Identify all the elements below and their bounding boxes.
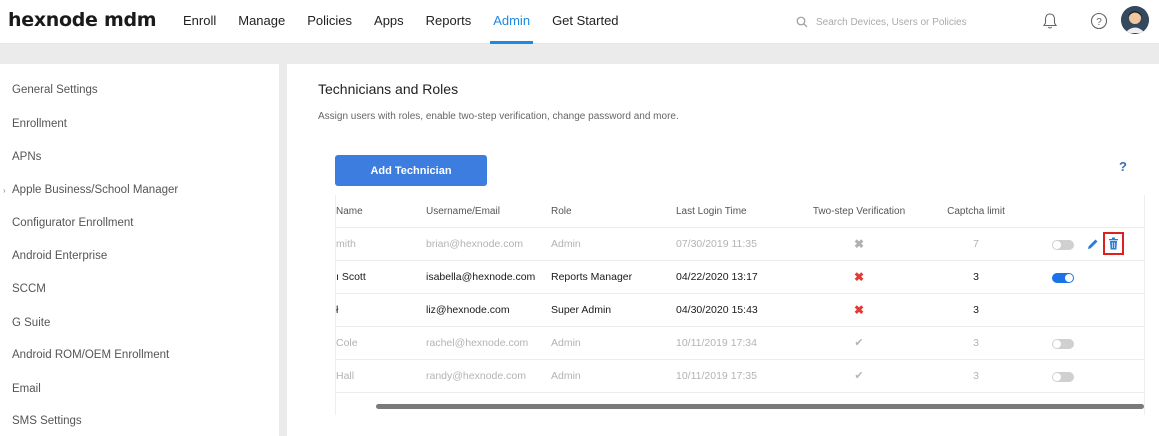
cell-last-login: 04/22/2020 13:17: [676, 271, 758, 283]
cell-last-login: 10/11/2019 17:34: [676, 337, 757, 349]
nav-admin[interactable]: Admin: [482, 0, 541, 44]
sidebar-item-sms-settings[interactable]: SMS Settings: [12, 415, 82, 427]
app-logo[interactable]: hexnode mdm: [8, 9, 157, 31]
cell-role: Admin: [551, 238, 581, 250]
sidebar-item-email[interactable]: Email: [12, 383, 41, 395]
cell-name: Hall: [336, 370, 355, 382]
cell-role: Super Admin: [551, 304, 612, 316]
two-step-enabled-icon: ✔: [854, 370, 864, 382]
table-row[interactable]: Cole rachel@hexnode.com Admin 10/11/2019…: [336, 327, 1144, 360]
nav-enroll[interactable]: Enroll: [172, 0, 227, 44]
help-question-icon[interactable]: ?: [1119, 159, 1127, 174]
table-row[interactable]: ł liz@hexnode.com Super Admin 04/30/2020…: [336, 294, 1144, 327]
sidebar-item-apns[interactable]: APNs: [12, 151, 41, 163]
trash-icon: [1109, 237, 1118, 250]
column-header-two-step[interactable]: Two-step Verification: [804, 195, 914, 228]
nav-policies[interactable]: Policies: [296, 0, 363, 44]
column-header-username[interactable]: Username/Email: [426, 195, 500, 228]
search-input[interactable]: [816, 16, 986, 28]
cell-captcha: 7: [973, 238, 979, 250]
cell-captcha: 3: [973, 370, 979, 382]
help-circle-icon[interactable]: ?: [1088, 10, 1110, 32]
column-header-name[interactable]: Name: [336, 195, 363, 228]
column-header-role[interactable]: Role: [551, 195, 572, 228]
sidebar-item-apple-business[interactable]: Apple Business/School Manager: [12, 184, 178, 196]
nav-apps[interactable]: Apps: [363, 0, 415, 44]
cell-name: Cole: [336, 337, 358, 349]
column-header-last-login[interactable]: Last Login Time: [676, 195, 747, 228]
page-subtitle: Assign users with roles, enable two-step…: [318, 111, 679, 122]
cell-last-login: 10/11/2019 17:35: [676, 370, 757, 382]
chevron-right-icon[interactable]: ›: [3, 186, 6, 195]
cell-last-login: 04/30/2020 15:43: [676, 304, 758, 316]
nav-get-started[interactable]: Get Started: [541, 0, 629, 44]
search-icon: [796, 16, 808, 28]
avatar[interactable]: [1121, 6, 1149, 34]
sidebar-item-g-suite[interactable]: G Suite: [12, 317, 50, 329]
two-step-disabled-icon: ✖: [853, 303, 865, 317]
column-header-captcha[interactable]: Captcha limit: [941, 195, 1011, 228]
cell-role: Admin: [551, 337, 581, 349]
cell-email: rachel@hexnode.com: [426, 337, 529, 349]
sidebar-item-android-rom[interactable]: Android ROM/OEM Enrollment: [12, 349, 169, 361]
cell-email: isabella@hexnode.com: [426, 271, 536, 283]
settings-sidebar: General Settings Enrollment APNs › Apple…: [0, 64, 287, 436]
cell-name: ł: [336, 304, 339, 316]
table-row[interactable]: Hall randy@hexnode.com Admin 10/11/2019 …: [336, 360, 1144, 393]
technicians-table: Name Username/Email Role Last Login Time…: [335, 195, 1145, 415]
cell-captcha: 3: [973, 337, 979, 349]
sidebar-item-sccm[interactable]: SCCM: [12, 283, 46, 295]
status-toggle[interactable]: [1052, 339, 1074, 349]
cell-role: Admin: [551, 370, 581, 382]
sidebar-item-general-settings[interactable]: General Settings: [12, 84, 98, 96]
header-divider-strip: [0, 44, 1159, 64]
cell-role: Reports Manager: [551, 271, 633, 283]
page-title: Technicians and Roles: [318, 81, 459, 97]
cell-last-login: 07/30/2019 11:35: [676, 238, 757, 250]
status-toggle[interactable]: [1052, 273, 1074, 283]
status-toggle[interactable]: [1052, 372, 1074, 382]
bell-icon[interactable]: [1039, 10, 1061, 32]
cell-name: ı Scott: [336, 271, 366, 283]
add-technician-button[interactable]: Add Technician: [335, 155, 487, 186]
cell-email: randy@hexnode.com: [426, 370, 526, 382]
table-row[interactable]: mith brian@hexnode.com Admin 07/30/2019 …: [336, 228, 1144, 261]
sidebar-item-enrollment[interactable]: Enrollment: [12, 118, 67, 130]
status-toggle[interactable]: [1052, 240, 1074, 250]
main-panel: Technicians and Roles Assign users with …: [297, 64, 1159, 436]
sidebar-item-android-enterprise[interactable]: Android Enterprise: [12, 250, 107, 262]
cell-email: brian@hexnode.com: [426, 238, 524, 250]
nav-reports[interactable]: Reports: [415, 0, 483, 44]
top-bar: hexnode mdm Enroll Manage Policies Apps …: [0, 0, 1159, 44]
cell-name: mith: [336, 238, 356, 250]
svg-text:?: ?: [1096, 17, 1102, 28]
sidebar-item-configurator-enrollment[interactable]: Configurator Enrollment: [12, 217, 133, 229]
edit-pencil-icon[interactable]: [1086, 237, 1100, 251]
horizontal-scrollbar[interactable]: [376, 404, 1144, 409]
table-header-row: Name Username/Email Role Last Login Time…: [336, 195, 1144, 228]
cell-captcha: 3: [973, 304, 979, 316]
delete-button[interactable]: [1103, 232, 1124, 255]
search-bar: [796, 12, 996, 32]
two-step-disabled-icon: ✖: [853, 237, 865, 251]
nav-manage[interactable]: Manage: [227, 0, 296, 44]
main-nav: Enroll Manage Policies Apps Reports Admi…: [172, 0, 630, 44]
two-step-enabled-icon: ✔: [854, 337, 864, 349]
cell-captcha: 3: [973, 271, 979, 283]
table-row[interactable]: ı Scott isabella@hexnode.com Reports Man…: [336, 261, 1144, 294]
cell-email: liz@hexnode.com: [426, 304, 510, 316]
two-step-disabled-icon: ✖: [853, 270, 865, 284]
